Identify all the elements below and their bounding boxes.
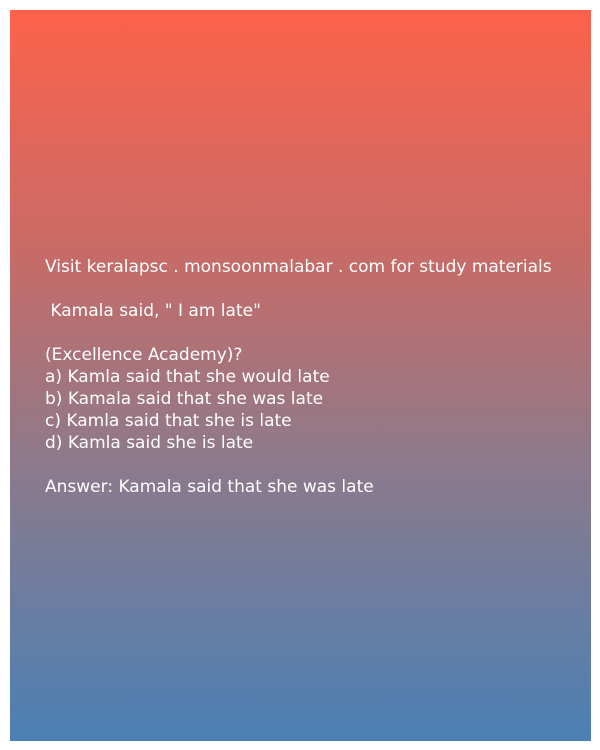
option-b: b) Kamala said that she was late [45,389,324,409]
question-card: Visit keralapsc . monsoonmalabar . com f… [10,10,591,741]
question-source: (Excellence Academy)? [45,345,243,365]
question-text: Kamala said, " I am late" [45,301,261,321]
option-d: d) Kamla said she is late [45,433,254,453]
option-c: c) Kamla said that she is late [45,411,292,431]
option-a: a) Kamla said that she would late [45,367,330,387]
site-note: Visit keralapsc . monsoonmalabar . com f… [45,257,552,277]
question-content: Visit keralapsc . monsoonmalabar . com f… [45,256,585,498]
answer-text: Answer: Kamala said that she was late [45,477,374,497]
